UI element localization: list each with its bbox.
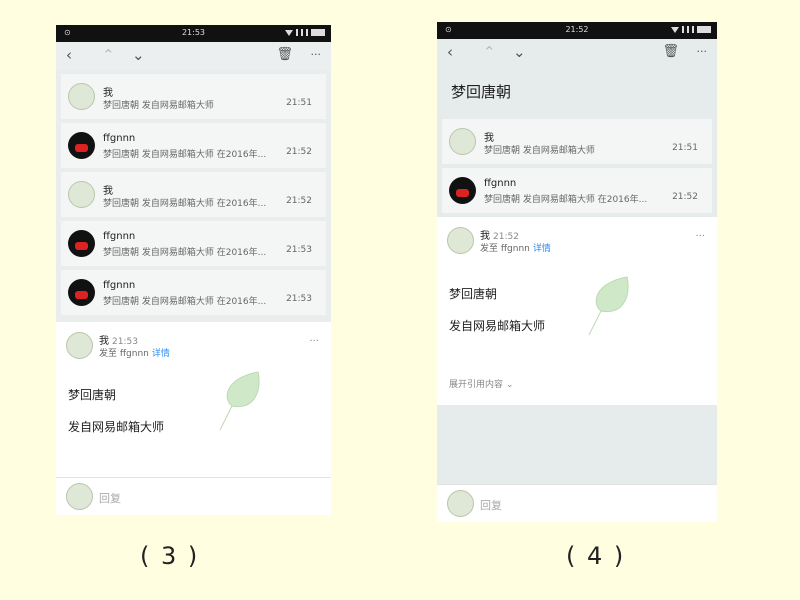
avatar — [449, 128, 476, 155]
battery-icon — [311, 29, 325, 36]
message-list: 我梦回唐朝 发自网易邮箱大师 21:51 ffgnnn 梦回唐朝 发自网易邮箱大师 在… — [437, 119, 717, 213]
chevron-up-icon[interactable]: ⌃ — [102, 47, 115, 63]
mail-toolbar: ‹ ⌃ ⌄ 🗑︎ ··· — [56, 42, 331, 70]
message-snippet: 梦回唐朝 发自网易邮箱大师 在2016年... — [103, 150, 267, 160]
message-snippet: 梦回唐朝 发自网易邮箱大师 在2016年... — [484, 195, 648, 205]
message-list-item[interactable]: ffgnnn 梦回唐朝 发自网易邮箱大师 在2016年... 21:52 — [442, 168, 712, 213]
screen-4-phone: ⊙ 21:52 ‹ ⌃ ⌄ 🗑︎ ··· 梦回唐朝 我梦回唐朝 发自网易邮箱大师… — [437, 22, 717, 522]
chevron-down-icon[interactable]: ⌄ — [132, 47, 145, 63]
message-sender: ffgnnn — [484, 178, 517, 189]
message-time: 21:53 — [286, 294, 312, 304]
leaf-watermark-icon — [219, 371, 260, 431]
message-snippet: 梦回唐朝 发自网易邮箱大师 在2016年... — [103, 248, 267, 258]
expand-quoted-link[interactable]: 展开引用内容 ⌄ — [449, 377, 513, 390]
message-snippet: 梦回唐朝 发自网易邮箱大师 在2016年... — [103, 199, 267, 209]
message-time: 21:52 — [286, 196, 312, 206]
message-sender: 我 — [103, 186, 113, 197]
message-time: 21:53 — [286, 245, 312, 255]
message-time: 21:51 — [286, 98, 312, 108]
signal-icon — [296, 29, 298, 36]
chevron-up-icon[interactable]: ⌃ — [483, 44, 496, 60]
chevron-left-icon[interactable]: ‹ — [66, 47, 72, 63]
chevron-down-icon[interactable]: ⌄ — [513, 44, 526, 60]
body-line-1: 梦回唐朝 — [68, 388, 117, 402]
message-list-item[interactable]: ffgnnn 梦回唐朝 发自网易邮箱大师 在2016年... 21:53 — [61, 270, 326, 315]
message-time: 21:52 — [286, 147, 312, 157]
battery-icon — [697, 26, 711, 33]
detail-recipient: 发至 ffgnnn — [99, 349, 149, 359]
avatar[interactable] — [66, 332, 93, 359]
body-line-2: 发自网易邮箱大师 — [449, 319, 546, 333]
detail-more-icon[interactable]: ··· — [695, 231, 705, 242]
avatar — [66, 483, 93, 510]
reply-label[interactable]: 回复 — [480, 497, 502, 513]
reply-bar[interactable]: 回复 — [56, 477, 331, 515]
status-bar: ⊙ 21:52 — [437, 22, 717, 39]
reply-label[interactable]: 回复 — [99, 490, 121, 506]
leaf-watermark-icon — [588, 276, 629, 336]
message-list-item[interactable]: ffgnnn 梦回唐朝 发自网易邮箱大师 在2016年... 21:53 — [61, 221, 326, 266]
reply-bar[interactable]: 回复 — [437, 484, 717, 522]
more-icon[interactable]: ··· — [311, 47, 322, 63]
avatar — [68, 279, 95, 306]
avatar — [68, 181, 95, 208]
message-snippet: 梦回唐朝 发自网易邮箱大师 在2016年... — [103, 297, 267, 307]
wifi-icon — [285, 29, 293, 36]
details-link[interactable]: 详情 — [533, 244, 551, 254]
message-list-item[interactable]: 我梦回唐朝 发自网易邮箱大师 在2016年... 21:52 — [61, 172, 326, 217]
body-line-2: 发自网易邮箱大师 — [68, 420, 165, 434]
message-sender: ffgnnn — [103, 280, 136, 291]
avatar — [68, 230, 95, 257]
trash-icon[interactable]: 🗑︎ — [276, 47, 293, 63]
page-title: 梦回唐朝 — [437, 67, 717, 115]
avatar — [447, 490, 474, 517]
wifi-icon — [671, 26, 679, 33]
message-sender: 我 — [484, 133, 494, 144]
message-snippet: 梦回唐朝 发自网易邮箱大师 — [484, 146, 595, 156]
caption-4: ( 4 ) — [566, 542, 626, 570]
signal-icon — [682, 26, 684, 33]
avatar — [449, 177, 476, 204]
message-time: 21:51 — [672, 143, 698, 153]
message-list: 我梦回唐朝 发自网易邮箱大师 21:51 ffgnnn 梦回唐朝 发自网易邮箱大师 在… — [56, 74, 331, 315]
message-sender: ffgnnn — [103, 231, 136, 242]
caption-3: ( 3 ) — [140, 542, 200, 570]
message-detail: 我 21:53 发至 ffgnnn 详情 ··· 梦回唐朝 发自网易邮箱大师 — [56, 322, 331, 480]
body-line-1: 梦回唐朝 — [449, 287, 498, 301]
avatar[interactable] — [447, 227, 474, 254]
message-time: 21:52 — [672, 192, 698, 202]
message-sender: ffgnnn — [103, 133, 136, 144]
avatar — [68, 83, 95, 110]
trash-icon[interactable]: 🗑︎ — [662, 44, 679, 60]
mail-toolbar: ‹ ⌃ ⌄ 🗑︎ ··· — [437, 39, 717, 67]
status-bar: ⊙ 21:53 — [56, 25, 331, 42]
message-snippet: 梦回唐朝 发自网易邮箱大师 — [103, 101, 214, 111]
details-link[interactable]: 详情 — [152, 349, 170, 359]
message-list-item[interactable]: 我梦回唐朝 发自网易邮箱大师 21:51 — [442, 119, 712, 164]
message-list-item[interactable]: ffgnnn 梦回唐朝 发自网易邮箱大师 在2016年... 21:52 — [61, 123, 326, 168]
message-list-item[interactable]: 我梦回唐朝 发自网易邮箱大师 21:51 — [61, 74, 326, 119]
detail-more-icon[interactable]: ··· — [309, 336, 319, 347]
chevron-left-icon[interactable]: ‹ — [447, 44, 453, 60]
more-icon[interactable]: ··· — [697, 44, 708, 60]
message-detail: 我 21:52 发至 ffgnnn 详情 ··· 梦回唐朝 发自网易邮箱大师 展开引… — [437, 217, 717, 405]
message-sender: 我 — [103, 88, 113, 99]
detail-recipient: 发至 ffgnnn — [480, 244, 530, 254]
avatar — [68, 132, 95, 159]
screen-3-phone: ⊙ 21:53 ‹ ⌃ ⌄ 🗑︎ ··· 我梦回唐朝 发自网易邮箱大师 21:51… — [56, 25, 331, 515]
